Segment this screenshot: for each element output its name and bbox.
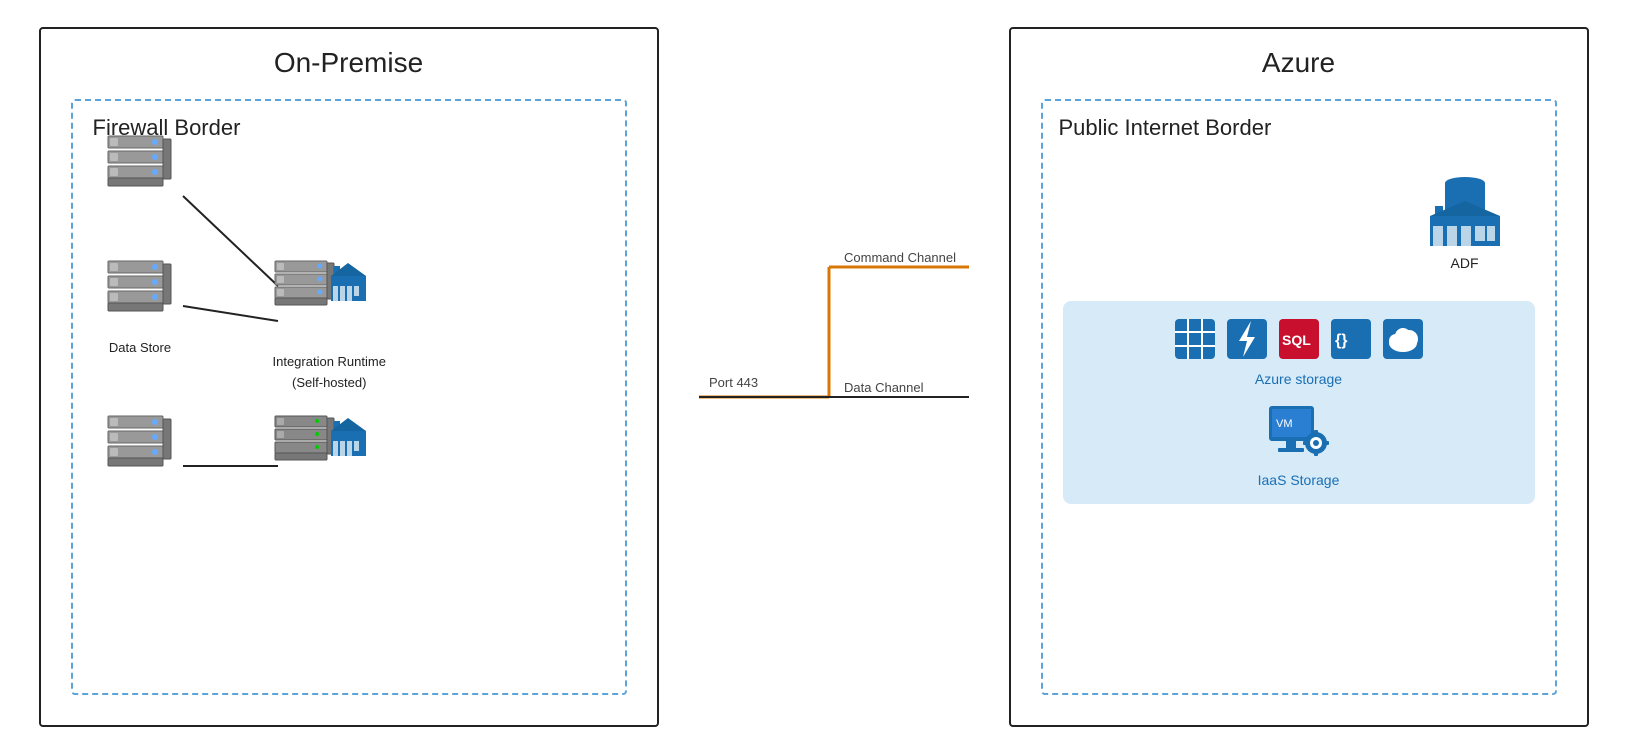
public-internet-title: Public Internet Border <box>1059 115 1555 141</box>
azure-title: Azure <box>1011 47 1587 79</box>
server-icon-mid <box>103 256 178 331</box>
data-store-label: Data Store <box>103 340 178 355</box>
ir-main-icon <box>273 256 373 341</box>
svg-text:Port 443: Port 443 <box>709 375 758 390</box>
svg-text:Data Channel: Data Channel <box>844 380 924 395</box>
iaas-storage-group: VM IaaS Storage <box>1075 401 1523 488</box>
public-internet-box: Public Internet Border <box>1041 99 1557 695</box>
adf-label: ADF <box>1451 255 1479 271</box>
adf-factory-icon <box>1425 171 1505 251</box>
data-store-top <box>103 131 178 211</box>
azure-storage-label: Azure storage <box>1075 371 1523 387</box>
on-premise-title: On-Premise <box>41 47 657 79</box>
server-icon-bot <box>103 411 178 486</box>
channel-connectors: Port 443 Command Channel Data Channel <box>699 27 969 727</box>
on-premise-box: On-Premise Firewall Border <box>39 27 659 727</box>
svg-text:Command Channel: Command Channel <box>844 250 956 265</box>
ir-label-2: (Self-hosted) <box>292 375 366 390</box>
middle-area: Port 443 Command Channel Data Channel <box>699 27 969 727</box>
lightning-storage-icon <box>1225 317 1269 361</box>
azure-box: Azure Public Internet Border <box>1009 27 1589 727</box>
grid-storage-icon <box>1173 317 1217 361</box>
adf-group: ADF <box>1425 171 1505 271</box>
svg-text:{}: {} <box>1335 332 1347 349</box>
firewall-border-box: Firewall Border <box>71 99 627 695</box>
ir-label-1: Integration Runtime <box>273 354 386 369</box>
data-store-mid: Data Store <box>103 256 178 355</box>
svg-text:VM: VM <box>1276 418 1293 430</box>
ir-second-icon <box>273 411 373 486</box>
server-icon-top <box>103 131 178 206</box>
integration-runtime-main: Integration Runtime (Self-hosted) <box>273 256 386 390</box>
integration-runtime-second <box>273 411 373 491</box>
data-store-bot <box>103 411 178 491</box>
svg-text:SQL: SQL <box>1282 332 1311 348</box>
main-container: On-Premise Firewall Border <box>0 0 1627 754</box>
storage-icons-row: SQL {} <box>1075 317 1523 361</box>
iaas-storage-icon: VM <box>1264 401 1334 466</box>
azure-storage-group: SQL {} Azure sto <box>1063 301 1535 504</box>
sql-storage-icon: SQL <box>1277 317 1321 361</box>
iaas-storage-label: IaaS Storage <box>1258 472 1340 488</box>
json-storage-icon: {} <box>1329 317 1373 361</box>
cloud-storage-icon <box>1381 317 1425 361</box>
